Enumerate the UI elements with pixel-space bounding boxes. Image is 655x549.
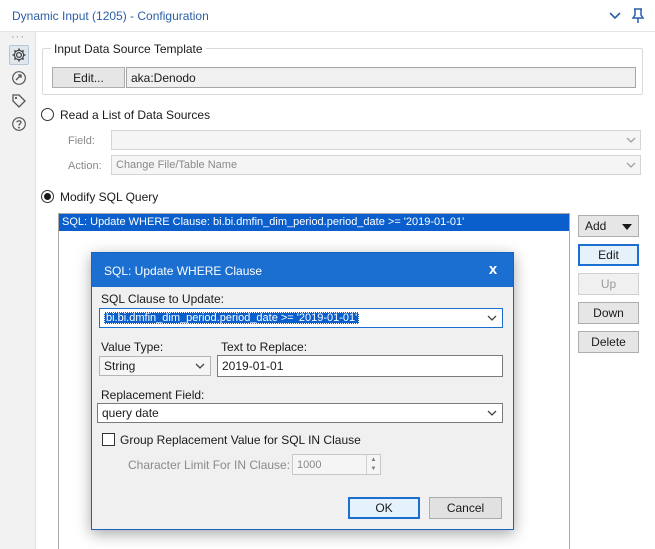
list-item[interactable]: SQL: Update WHERE Clause: bi.bi.dmfin_di… xyxy=(59,214,569,231)
value-type-dropdown[interactable]: String xyxy=(99,356,211,376)
chevron-down-icon xyxy=(626,156,636,174)
template-group-label: Input Data Source Template xyxy=(51,42,206,56)
connection-icon[interactable] xyxy=(9,68,29,88)
caret-down-icon xyxy=(622,219,632,233)
read-list-radio[interactable] xyxy=(41,108,54,121)
value-type-value: String xyxy=(104,359,136,373)
spin-up-icon[interactable]: ▲ xyxy=(367,455,380,465)
text-replace-label: Text to Replace: xyxy=(221,340,308,354)
text-replace-input[interactable]: 2019-01-01 xyxy=(217,355,503,377)
group-in-clause-label: Group Replacement Value for SQL IN Claus… xyxy=(120,433,361,447)
spinner-buttons[interactable]: ▲ ▼ xyxy=(366,455,380,474)
chevron-down-icon xyxy=(487,309,497,327)
field-dropdown[interactable] xyxy=(111,130,641,150)
field-label: Field: xyxy=(68,135,95,147)
spin-down-icon[interactable]: ▼ xyxy=(367,465,380,475)
template-edit-button[interactable]: Edit... xyxy=(52,67,125,88)
gear-icon[interactable] xyxy=(9,45,29,65)
more-dots-icon[interactable]: ··· xyxy=(0,32,36,43)
action-label: Action: xyxy=(68,160,102,172)
value-type-label: Value Type: xyxy=(101,340,164,354)
clause-dropdown[interactable]: bi.bi.dmfin_dim_period.period_date >= '2… xyxy=(99,308,503,328)
chevron-down-icon xyxy=(195,357,205,375)
down-button[interactable]: Down xyxy=(578,302,639,324)
help-icon[interactable] xyxy=(9,114,29,134)
cancel-button[interactable]: Cancel xyxy=(429,497,502,519)
replacement-field-value: query date xyxy=(102,406,159,420)
up-button[interactable]: Up xyxy=(578,273,639,295)
char-limit-value: 1000 xyxy=(297,458,322,471)
chevron-down-icon xyxy=(487,404,497,422)
chevron-down-icon[interactable] xyxy=(606,7,624,25)
read-list-label: Read a List of Data Sources xyxy=(60,108,211,122)
dialog-title: SQL: Update WHERE Clause xyxy=(104,264,263,278)
add-button-label: Add xyxy=(585,219,607,233)
char-limit-spinner[interactable]: 1000 ▲ ▼ xyxy=(292,454,381,475)
clause-value: bi.bi.dmfin_dim_period.period_date >= '2… xyxy=(104,312,360,324)
tag-icon[interactable] xyxy=(9,91,29,111)
modify-sql-radio[interactable] xyxy=(41,190,54,203)
delete-button[interactable]: Delete xyxy=(578,331,639,353)
template-source-field: aka:Denodo xyxy=(126,67,636,88)
clause-label: SQL Clause to Update: xyxy=(101,292,224,306)
group-in-clause-checkbox[interactable] xyxy=(102,433,115,446)
replacement-field-dropdown[interactable]: query date xyxy=(97,403,503,423)
replacement-field-label: Replacement Field: xyxy=(101,388,205,402)
close-icon[interactable]: x xyxy=(481,257,505,281)
pin-icon[interactable] xyxy=(629,7,647,25)
char-limit-label: Character Limit For IN Clause: xyxy=(128,458,291,472)
edit-button[interactable]: Edit xyxy=(578,244,639,266)
modify-sql-label: Modify SQL Query xyxy=(60,190,159,204)
add-dropdown-button[interactable]: Add xyxy=(578,215,639,237)
action-dropdown-value: Change File/Table Name xyxy=(116,159,238,171)
chevron-down-icon xyxy=(626,131,636,149)
ok-button[interactable]: OK xyxy=(348,497,420,519)
action-dropdown[interactable]: Change File/Table Name xyxy=(111,155,641,175)
radio-selected-dot xyxy=(44,193,51,200)
window-title: Dynamic Input (1205) - Configuration xyxy=(12,9,209,23)
